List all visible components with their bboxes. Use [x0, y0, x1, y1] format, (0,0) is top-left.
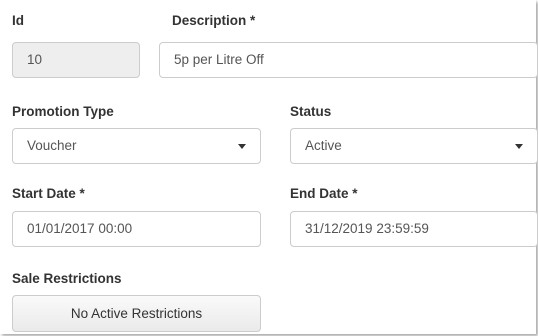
description-label: Description *: [172, 13, 256, 28]
start-date-label: Start Date *: [12, 186, 85, 201]
status-label: Status: [290, 104, 332, 119]
end-date-field[interactable]: 31/12/2019 23:59:59: [290, 211, 538, 247]
promotion-edit-form: Id 10 Description * 5p per Litre Off Pro…: [0, 0, 538, 334]
promotion-type-value: Voucher: [27, 138, 77, 153]
end-date-label: End Date *: [290, 186, 358, 201]
id-label: Id: [12, 13, 24, 28]
chevron-down-icon: [515, 144, 523, 149]
id-field: 10: [12, 42, 140, 78]
start-date-field[interactable]: 01/01/2017 00:00: [12, 211, 261, 247]
sale-restrictions-label: Sale Restrictions: [12, 271, 122, 286]
promotion-type-label: Promotion Type: [12, 104, 114, 119]
promotion-type-select[interactable]: Voucher: [12, 128, 261, 164]
status-value: Active: [305, 138, 342, 153]
description-field[interactable]: 5p per Litre Off: [159, 42, 538, 78]
status-select[interactable]: Active: [290, 128, 538, 164]
chevron-down-icon: [238, 144, 246, 149]
sale-restrictions-button[interactable]: No Active Restrictions: [12, 295, 261, 332]
